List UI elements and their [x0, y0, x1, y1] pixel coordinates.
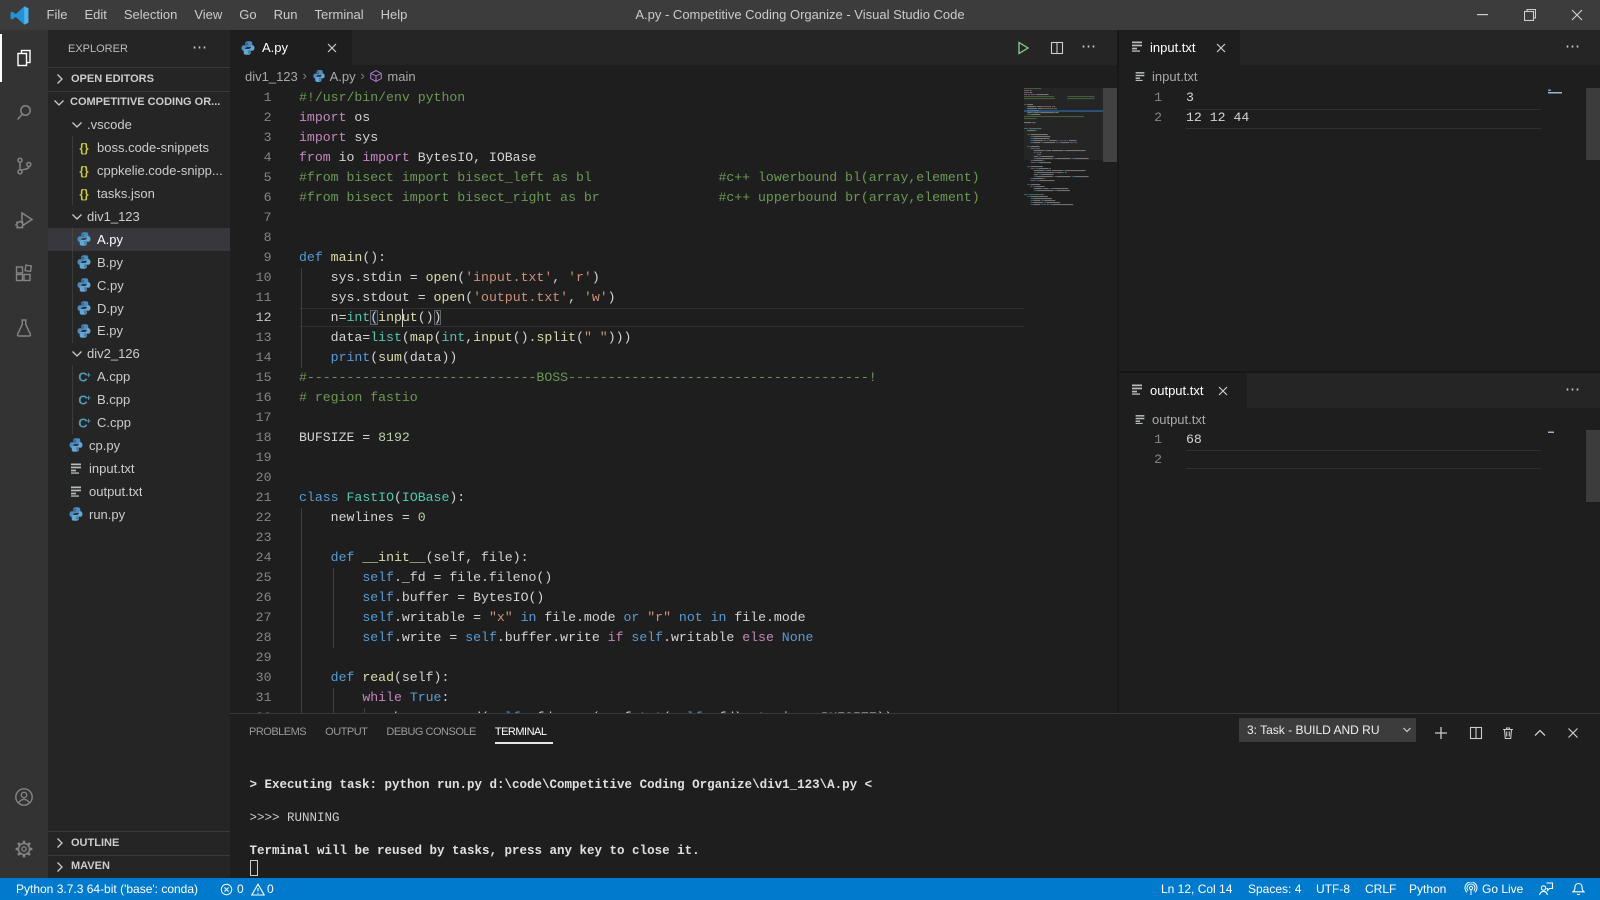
svg-text:{}: {}: [79, 164, 89, 178]
svg-text:+: +: [86, 416, 91, 425]
svg-text:+: +: [86, 370, 91, 379]
svg-text:+: +: [86, 393, 91, 402]
svg-text:{}: {}: [79, 141, 89, 155]
svg-text:{}: {}: [79, 187, 89, 201]
